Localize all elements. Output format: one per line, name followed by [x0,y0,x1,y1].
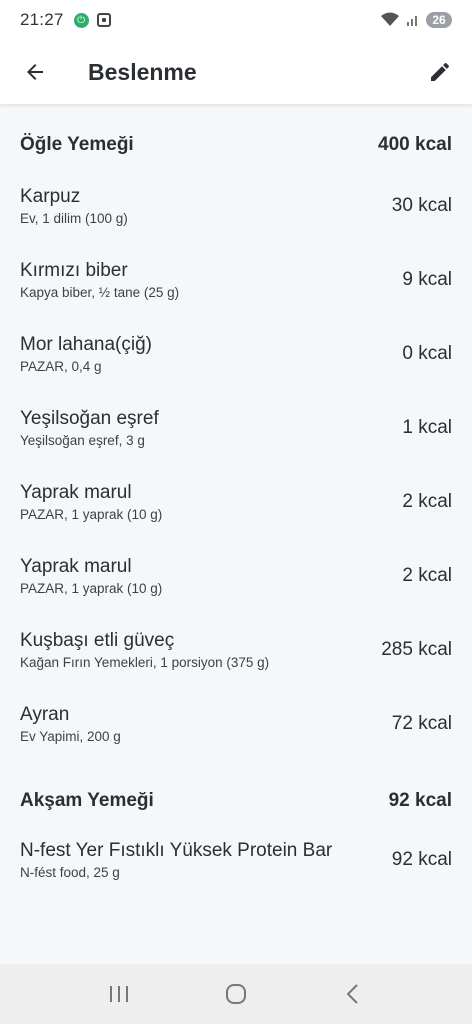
food-detail: Yeşilsoğan eşref, 3 g [20,433,145,448]
food-kcal: 2 kcal [402,491,452,512]
status-bar: 21:27 ⏻ 26 [0,0,472,40]
food-detail: PAZAR, 1 yaprak (10 g) [20,581,163,596]
food-detail: Ev, 1 dilim (100 g) [20,211,128,226]
food-name: Yaprak marul [20,482,132,503]
food-name: Kuşbaşı etli güveç [20,630,175,651]
meal-title: Öğle Yemeği [20,134,134,155]
food-name: N-fest Yer Fıstıklı Yüksek Protein Bar [20,840,333,861]
food-item[interactable]: Mor lahana(çiğ) PAZAR, 0,4 g 0 kcal [20,317,452,391]
back-button[interactable] [0,40,70,104]
edit-button[interactable] [408,40,472,104]
home-button[interactable] [206,964,266,1024]
meal-header-ogle: Öğle Yemeği 400 kcal [20,134,452,156]
arrow-back-icon [27,64,43,80]
food-kcal: 0 kcal [402,343,452,364]
home-icon [225,984,246,1004]
food-kcal: 1 kcal [402,417,452,438]
food-detail: Kapya biber, ½ tane (25 g) [20,285,180,300]
signal-icon [407,16,417,26]
food-name: Mor lahana(çiğ) [20,334,152,355]
meal-total: 400 kcal [378,134,452,155]
food-detail: PAZAR, 1 yaprak (10 g) [20,507,163,522]
food-detail: PAZAR, 0,4 g [20,359,102,374]
food-name: Ayran [20,704,70,725]
page-title: Beslenme [88,58,197,85]
food-item[interactable]: Yeşilsoğan eşref Yeşilsoğan eşref, 3 g 1… [20,391,452,465]
food-detail: Ev Yapimi, 200 g [20,729,121,744]
food-item[interactable]: Kırmızı biber Kapya biber, ½ tane (25 g)… [20,243,452,317]
food-item[interactable]: Yaprak marul PAZAR, 1 yaprak (10 g) 2 kc… [20,465,452,539]
food-item[interactable]: Karpuz Ev, 1 dilim (100 g) 30 kcal [20,169,452,243]
recents-icon [109,986,128,1002]
food-item[interactable]: Yaprak marul PAZAR, 1 yaprak (10 g) 2 kc… [20,539,452,613]
app-bar: Beslenme [0,40,472,104]
food-item[interactable]: Kuşbaşı etli güveç Kağan Fırın Yemekleri… [20,613,452,687]
food-detail: Kağan Fırın Yemekleri, 1 porsiyon (375 g… [20,655,270,670]
food-kcal: 2 kcal [402,565,452,586]
meal-list: Öğle Yemeği 400 kcal Karpuz Ev, 1 dilim … [0,104,472,964]
food-kcal: 30 kcal [391,195,452,216]
meal-title: Akşam Yemeği [20,790,154,811]
system-nav-bar [0,964,472,1024]
app-notification-icon: ⏻ [73,12,89,28]
battery-indicator: 26 [426,12,452,28]
meal-total: 92 kcal [388,790,452,811]
food-detail: N-fést food, 25 g [20,865,120,880]
nav-back-button[interactable] [323,964,383,1024]
food-kcal: 9 kcal [402,269,452,290]
food-name: Yaprak marul [20,556,132,577]
screenshot-icon [96,13,111,27]
nav-back-icon [346,984,359,1004]
food-kcal: 92 kcal [391,849,452,870]
food-name: Yeşilsoğan eşref [20,408,159,429]
status-time: 21:27 [20,10,64,29]
food-kcal: 72 kcal [391,713,452,734]
food-name: Kırmızı biber [20,260,128,281]
food-item[interactable]: Ayran Ev Yapimi, 200 g 72 kcal [20,687,452,761]
recents-button[interactable] [89,964,149,1024]
food-name: Karpuz [20,186,81,207]
pencil-icon [431,62,449,81]
food-kcal: 285 kcal [381,639,452,660]
wifi-icon [381,12,399,26]
meal-header-aksam: Akşam Yemeği 92 kcal [20,790,452,812]
food-item[interactable]: N-fest Yer Fıstıklı Yüksek Protein Bar N… [20,823,452,897]
